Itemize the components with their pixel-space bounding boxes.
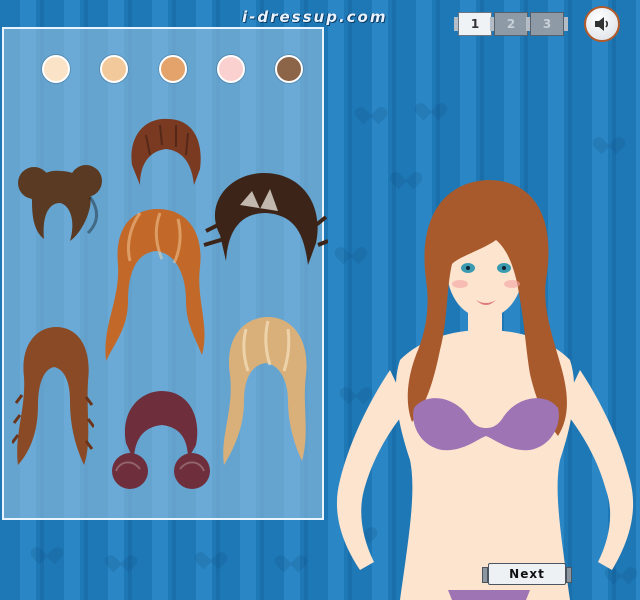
game-stage: i-dressup.com 1 2 3 Next	[0, 0, 640, 600]
skin-tone-swatch-1[interactable]	[42, 55, 70, 83]
sound-toggle-button[interactable]	[584, 6, 620, 42]
speaker-icon	[595, 17, 609, 31]
heart-decoration	[360, 100, 382, 118]
hairstyle-option-2[interactable]	[14, 161, 106, 243]
page-tab-label: 1	[470, 17, 480, 31]
heart-decoration	[200, 545, 222, 563]
hairstyle-option-3[interactable]	[200, 165, 328, 267]
heart-decoration	[36, 540, 58, 558]
heart-decoration	[110, 548, 132, 566]
skin-tone-swatch-4[interactable]	[217, 55, 245, 83]
heart-decoration	[280, 548, 302, 566]
heart-decoration	[598, 130, 620, 148]
page-tab-label: 2	[506, 17, 516, 31]
skin-tone-swatch-3[interactable]	[159, 55, 187, 83]
page-tab-3[interactable]: 3	[526, 12, 568, 36]
hair-selection-panel	[2, 27, 328, 520]
dressup-model	[336, 180, 634, 600]
page-tab-label: 3	[542, 17, 552, 31]
page-tab-1[interactable]: 1	[454, 12, 496, 36]
page-tabs: 1 2 3	[454, 12, 568, 36]
hairstyle-option-1[interactable]	[126, 115, 206, 191]
site-logo: i-dressup.com	[242, 8, 388, 26]
skin-tone-swatch-2[interactable]	[100, 55, 128, 83]
hairstyle-option-7[interactable]	[110, 387, 210, 497]
hairstyle-option-6[interactable]	[216, 315, 314, 467]
next-button[interactable]: Next	[482, 563, 572, 585]
heart-decoration	[420, 96, 442, 114]
hairstyle-option-4[interactable]	[96, 205, 216, 365]
skin-tone-swatch-5[interactable]	[275, 55, 303, 83]
hairstyle-option-5[interactable]	[12, 325, 94, 467]
page-tab-2[interactable]: 2	[490, 12, 532, 36]
